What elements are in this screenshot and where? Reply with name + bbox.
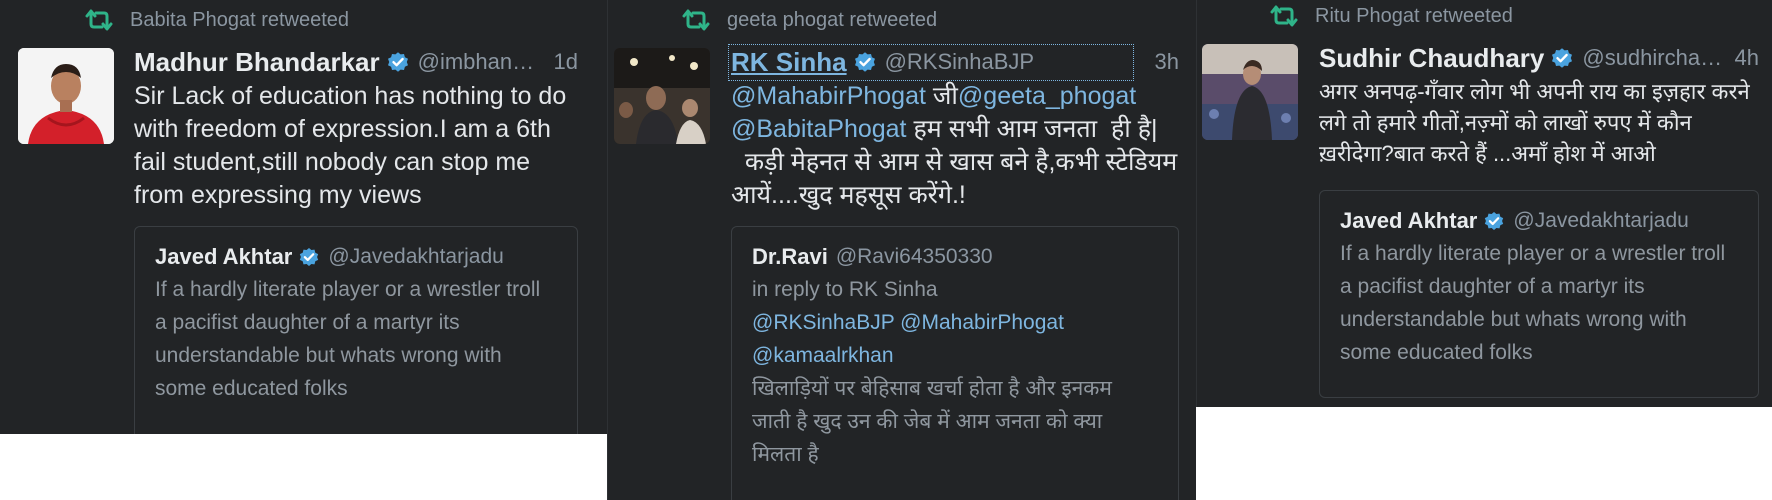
tweet-text-fragment: जी	[925, 82, 958, 110]
mention-link[interactable]: @MahabirPhogat	[731, 82, 926, 110]
quoted-author-name: Javed Akhtar	[155, 244, 293, 269]
author-link-focused[interactable]: RK Sinha @RKSinhaBJP	[728, 43, 1134, 81]
verified-badge-icon	[1550, 46, 1574, 70]
tweet-text: Sir Lack of education has nothing to do …	[134, 82, 574, 209]
quoted-tweet-header: Dr.Ravi @Ravi64350330	[752, 241, 1158, 273]
mention-link[interactable]: @BabitaPhogat	[731, 115, 907, 143]
avatar[interactable]	[614, 48, 710, 144]
tweet-text: अगर अनपढ़-गँवार लोग भी अपनी राय का इज़हा…	[1319, 79, 1756, 166]
author-name[interactable]: Sudhir Chaudhary	[1319, 43, 1544, 74]
author-handle[interactable]: @imbhand…	[418, 49, 546, 75]
retweet-context: geeta phogat retweeted	[681, 8, 937, 32]
quoted-author-handle: @Javedakhtarjadu	[1513, 209, 1689, 232]
verified-badge-icon	[1483, 210, 1505, 232]
retweet-icon	[84, 9, 114, 31]
retweet-context: Ritu Phogat retweeted	[1269, 4, 1513, 28]
tweet-header: RK Sinha @RKSinhaBJP 3h	[728, 43, 1179, 81]
tweet-timestamp[interactable]: 3h	[1147, 49, 1179, 75]
mention-link[interactable]: @geeta_phogat	[958, 82, 1136, 110]
avatar[interactable]	[18, 48, 114, 144]
quoted-author-name: Javed Akhtar	[1340, 208, 1478, 233]
quoted-mentions[interactable]: @RKSinhaBJP @MahabirPhogat @kamaalrkhan	[752, 306, 1112, 372]
quoted-tweet-header: Javed Akhtar @Javedakhtarjadu	[155, 241, 557, 273]
tweet-column-2: geeta phogat retweeted RK Sinha @RKSinha…	[607, 0, 1196, 500]
author-handle[interactable]: @RKSinhaBJP	[885, 49, 1035, 75]
tweet-header: Madhur Bhandarkar @imbhand… 1d	[134, 44, 578, 80]
tweet-timestamp[interactable]: 1d	[546, 49, 578, 75]
verified-badge-icon	[386, 50, 410, 74]
quoted-tweet-text: खिलाड़ियों पर बेहिसाब खर्चा होता है और इ…	[752, 377, 1118, 466]
avatar[interactable]	[1202, 44, 1298, 140]
retweeted-by-label: geeta phogat retweeted	[727, 8, 938, 31]
quoted-tweet[interactable]: Javed Akhtar @Javedakhtarjadu If a hardl…	[134, 226, 578, 434]
quoted-tweet-text: If a hardly literate player or a wrestle…	[1340, 242, 1731, 364]
tweet-column-3: Ritu Phogat retweeted Sudhir Chaudhary @…	[1196, 0, 1772, 407]
quoted-tweet[interactable]: Javed Akhtar @Javedakhtarjadu If a hardl…	[1319, 190, 1759, 398]
author-handle[interactable]: @sudhircha…	[1582, 45, 1722, 71]
reply-context: in reply to RK Sinha	[752, 278, 938, 301]
quoted-author-name: Dr.Ravi	[752, 244, 828, 269]
tweet-column-1: Babita Phogat retweeted Madhur Bhandarka…	[0, 0, 607, 434]
quoted-author-handle: @Ravi64350330	[835, 245, 993, 268]
verified-badge-icon	[298, 246, 320, 268]
author-name[interactable]: RK Sinha	[731, 47, 847, 78]
quoted-author-handle: @Javedakhtarjadu	[328, 245, 504, 268]
retweet-icon	[1269, 5, 1299, 27]
author-name[interactable]: Madhur Bhandarkar	[134, 47, 380, 78]
retweeted-by-label: Ritu Phogat retweeted	[1315, 4, 1513, 27]
verified-badge-icon	[853, 50, 877, 74]
tweet-timestamp[interactable]: 4h	[1727, 45, 1759, 71]
tweet-text: @MahabirPhogat जी@geeta_phogat @BabitaPh…	[731, 80, 1179, 212]
retweet-context: Babita Phogat retweeted	[84, 8, 349, 32]
retweeted-by-label: Babita Phogat retweeted	[130, 8, 350, 31]
tweet-header: Sudhir Chaudhary @sudhircha… 4h	[1319, 40, 1759, 76]
quoted-tweet[interactable]: Dr.Ravi @Ravi64350330 in reply to RK Sin…	[731, 226, 1179, 500]
quoted-tweet-text: If a hardly literate player or a wrestle…	[155, 278, 546, 400]
retweet-icon	[681, 9, 711, 31]
quoted-tweet-header: Javed Akhtar @Javedakhtarjadu	[1340, 205, 1738, 237]
